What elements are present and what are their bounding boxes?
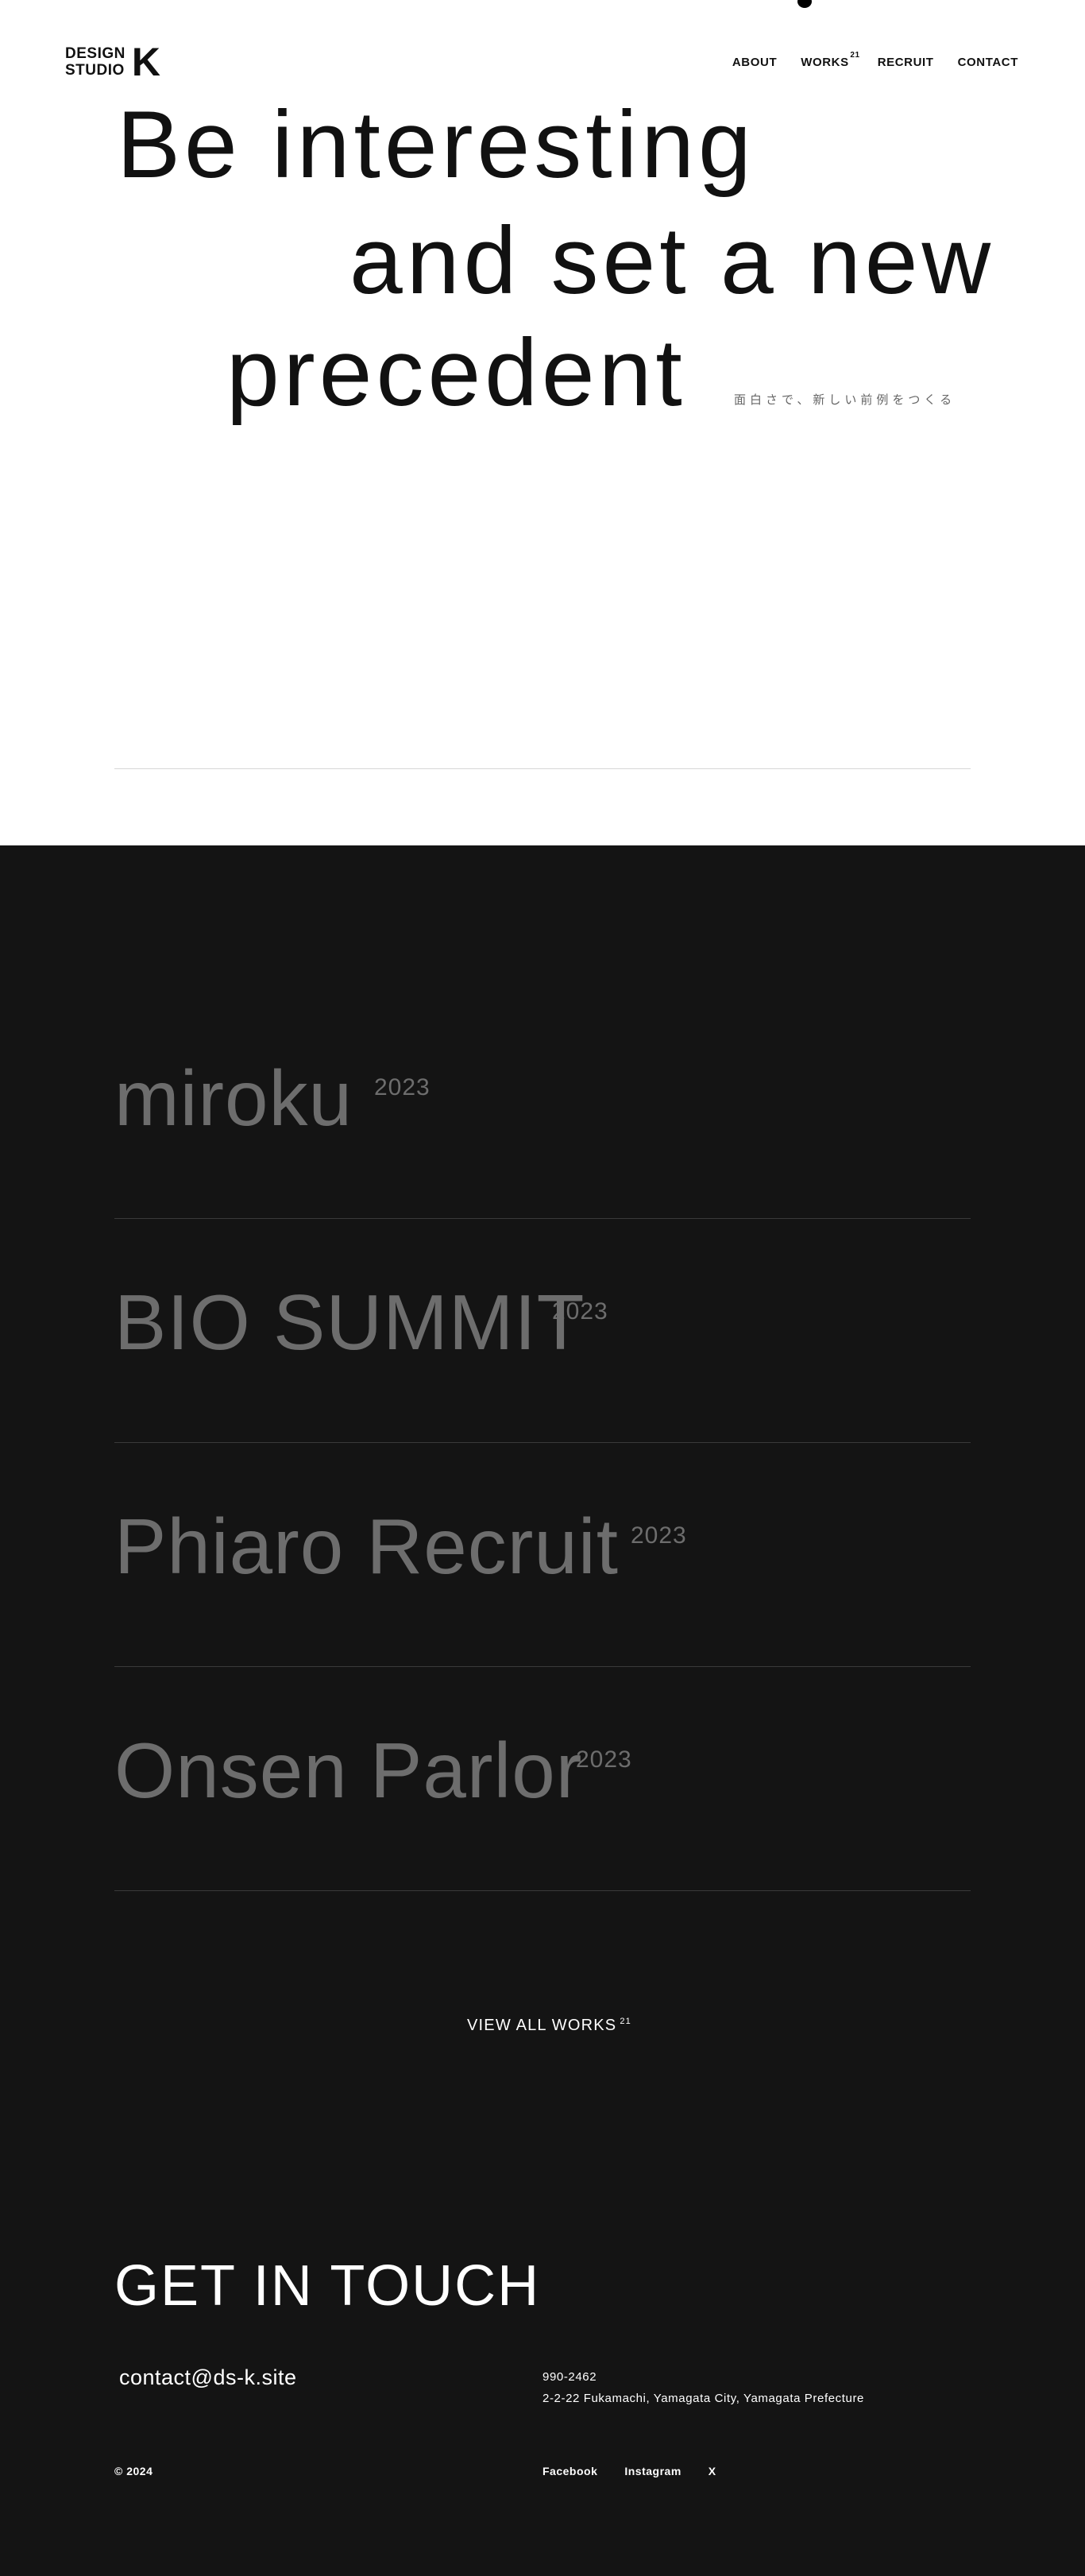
- nav-works-count: 21: [850, 51, 860, 60]
- nav-about[interactable]: ABOUT: [732, 56, 777, 69]
- work-title: BIO SUMMIT: [114, 1278, 585, 1366]
- logo-wordmark: DESIGN STUDIO: [65, 45, 125, 79]
- work-item[interactable]: BIO SUMMIT 2023: [114, 1219, 971, 1443]
- hero-divider: [114, 768, 971, 769]
- decorative-dot: [797, 0, 812, 8]
- studio-logo[interactable]: DESIGN STUDIO K: [65, 40, 160, 84]
- street-address: 2-2-22 Fukamachi, Yamagata City, Yamagat…: [542, 2392, 864, 2405]
- hero-section: DESIGN STUDIO K ABOUT WORKS 21 RECRUIT CO…: [0, 0, 1085, 845]
- main-nav: ABOUT WORKS 21 RECRUIT CONTACT: [732, 51, 1018, 69]
- work-year: 2023: [552, 1298, 608, 1325]
- work-item[interactable]: Onsen Parlor 2023: [114, 1667, 971, 1891]
- nav-works[interactable]: WORKS 21: [801, 51, 859, 69]
- logo-k-mark: K: [131, 40, 160, 84]
- facebook-link[interactable]: Facebook: [542, 2465, 597, 2477]
- x-link[interactable]: X: [709, 2465, 716, 2477]
- get-in-touch-heading: GET IN TOUCH: [114, 2254, 541, 2318]
- work-item[interactable]: miroku 2023: [114, 995, 971, 1219]
- nav-works-label: WORKS: [801, 56, 849, 69]
- view-all-count: 21: [620, 2017, 631, 2027]
- logo-line-1: DESIGN: [65, 45, 125, 62]
- view-all-works-link[interactable]: VIEW ALL WORKS 21: [467, 2017, 631, 2035]
- hero-headline-line-2: and set a new: [349, 207, 995, 314]
- work-item[interactable]: Phiaro Recruit 2023: [114, 1443, 971, 1667]
- postal-code: 990-2462: [542, 2370, 597, 2384]
- nav-contact[interactable]: CONTACT: [958, 56, 1018, 69]
- work-year: 2023: [374, 1074, 431, 1100]
- work-title: Onsen Parlor: [114, 1727, 583, 1814]
- view-all-label: VIEW ALL WORKS: [467, 2017, 617, 2034]
- instagram-link[interactable]: Instagram: [624, 2465, 681, 2477]
- social-links: Facebook Instagram X: [542, 2465, 716, 2477]
- work-year: 2023: [631, 1522, 687, 1549]
- contact-email-link[interactable]: contact@ds-k.site: [119, 2365, 297, 2390]
- hero-headline-line-3: precedent: [226, 319, 686, 426]
- nav-recruit[interactable]: RECRUIT: [878, 56, 934, 69]
- work-year: 2023: [576, 1746, 632, 1773]
- hero-subcopy: 面白さで、新しい前例をつくる: [734, 393, 956, 407]
- work-title: miroku: [114, 1054, 353, 1142]
- work-title: Phiaro Recruit: [114, 1503, 619, 1590]
- logo-line-2: STUDIO: [65, 62, 125, 79]
- works-list: miroku 2023 BIO SUMMIT 2023 Phiaro Recru…: [114, 995, 971, 1891]
- hero-headline-line-1: Be interesting: [117, 91, 755, 198]
- copyright: © 2024: [114, 2465, 153, 2477]
